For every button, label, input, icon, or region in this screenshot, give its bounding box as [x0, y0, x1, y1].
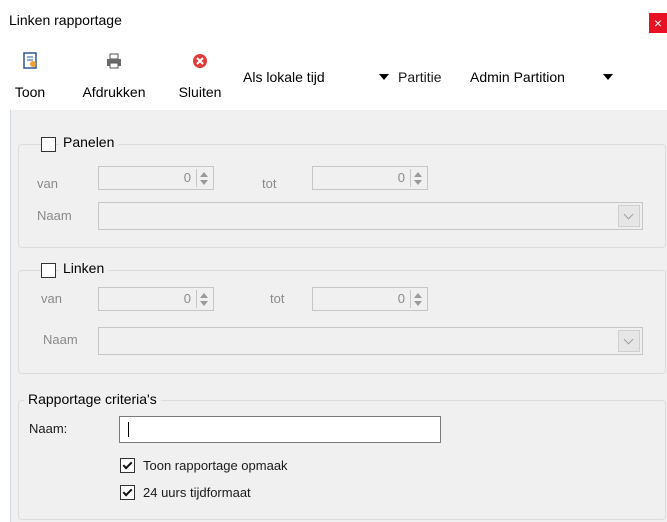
linken-naam-select	[98, 327, 643, 355]
time-mode-value: Als lokale tijd	[243, 69, 325, 85]
panelen-tot-stepper: 0	[312, 166, 428, 190]
toon-label: Toon	[14, 84, 46, 100]
chevron-down-icon	[379, 74, 389, 80]
panelen-tot-value: 0	[397, 170, 405, 185]
linken-van-value: 0	[183, 291, 191, 306]
criteria-title: Rapportage criteria's	[24, 391, 161, 407]
chevron-down-icon	[618, 330, 640, 352]
afdrukken-button[interactable]: Afdrukken	[72, 48, 156, 104]
window-title: Linken rapportage	[9, 12, 122, 28]
linken-tot-label: tot	[270, 291, 285, 306]
text-caret	[128, 422, 129, 437]
show-layout-checkbox[interactable]	[120, 458, 135, 473]
panelen-naam-label: Naam	[37, 208, 72, 223]
panelen-checkbox[interactable]	[41, 137, 56, 152]
show-report-icon	[23, 52, 37, 69]
linken-tot-stepper: 0	[312, 287, 428, 311]
arrow-down-icon	[414, 301, 422, 306]
arrow-down-icon	[200, 301, 208, 306]
spin-buttons	[196, 169, 211, 187]
linken-group	[18, 270, 666, 374]
panelen-tot-label: tot	[262, 176, 277, 191]
hour24-label: 24 uurs tijdformaat	[143, 485, 251, 500]
toon-button[interactable]: Toon	[10, 48, 50, 104]
partition-label: Partitie	[398, 69, 442, 85]
window-close-button[interactable]: ×	[649, 13, 667, 33]
toolbar: Toon Afdrukken Sluiten Als lokale tijd P…	[0, 48, 627, 110]
spin-buttons	[410, 290, 425, 308]
hour24-checkbox[interactable]	[120, 485, 135, 500]
arrow-up-icon	[414, 172, 422, 177]
partition-select[interactable]: Admin Partition	[470, 66, 613, 88]
printer-icon	[107, 53, 121, 69]
panelen-group	[18, 144, 666, 248]
title-bar: Linken rapportage ×	[0, 0, 667, 40]
time-mode-select[interactable]: Als lokale tijd	[243, 66, 389, 88]
sluiten-label: Sluiten	[178, 84, 222, 100]
linken-tot-value: 0	[397, 291, 405, 306]
chevron-down-icon	[618, 205, 640, 227]
criteria-naam-input[interactable]	[119, 416, 441, 443]
linken-checkbox[interactable]	[41, 263, 56, 278]
panelen-title: Panelen	[59, 134, 119, 150]
close-circle-icon	[193, 54, 207, 68]
panelen-van-value: 0	[183, 170, 191, 185]
spin-buttons	[410, 169, 425, 187]
arrow-up-icon	[414, 293, 422, 298]
report-client-area: Panelen van 0 tot 0 Naam Linken van 0 to…	[10, 110, 667, 522]
arrow-down-icon	[200, 180, 208, 185]
criteria-naam-label: Naam:	[29, 421, 68, 436]
show-layout-label: Toon rapportage opmaak	[143, 458, 288, 473]
panelen-van-stepper: 0	[98, 166, 214, 190]
panelen-naam-select	[98, 202, 643, 230]
linken-van-label: van	[41, 291, 62, 306]
linken-van-stepper: 0	[98, 287, 214, 311]
sluiten-button[interactable]: Sluiten	[172, 48, 228, 104]
chevron-down-icon	[603, 74, 613, 80]
spin-buttons	[196, 290, 211, 308]
arrow-up-icon	[200, 172, 208, 177]
arrow-down-icon	[414, 180, 422, 185]
arrow-up-icon	[200, 293, 208, 298]
panelen-van-label: van	[37, 176, 58, 191]
linken-naam-label: Naam	[43, 332, 78, 347]
partition-value: Admin Partition	[470, 69, 565, 85]
linken-title: Linken	[59, 260, 109, 276]
afdrukken-label: Afdrukken	[82, 84, 146, 100]
